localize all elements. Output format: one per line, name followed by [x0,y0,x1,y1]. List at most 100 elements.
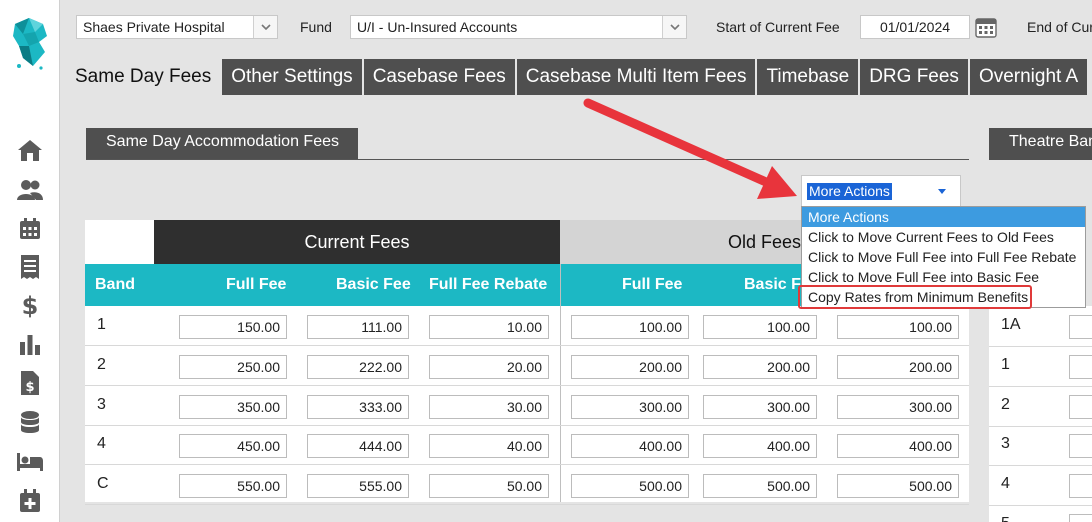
tab-casebase-multi-item-fees[interactable]: Casebase Multi Item Fees [516,59,756,95]
old-basic-fee-input[interactable]: 100.00 [703,315,817,339]
row-divider [989,425,1092,427]
theatre-fee-input[interactable] [1069,315,1092,339]
fund-value: U/I - Un-Insured Accounts [357,19,518,35]
table-row: 3 350.00 333.00 30.00 300.00 300.00 300.00 [85,386,969,426]
current-basic-fee-input[interactable]: 333.00 [307,394,409,419]
table-corner [85,220,154,264]
end-fee-label: End of Cur [1027,19,1092,35]
menu-item-move-full-into-basic[interactable]: Click to Move Full Fee into Basic Fee [802,267,1085,287]
menu-item-move-current-to-old[interactable]: Click to Move Current Fees to Old Fees [802,227,1085,247]
old-rebate-input[interactable]: 100.00 [837,315,959,339]
bed-icon[interactable] [15,449,45,475]
old-full-fee-input[interactable]: 300.00 [571,394,689,419]
fund-label: Fund [300,19,332,35]
old-basic-fee-input[interactable]: 500.00 [703,474,817,499]
table-row: C 550.00 555.00 50.00 500.00 500.00 500.00 [85,465,969,506]
band-label: 3 [97,395,106,413]
tab-casebase-fees[interactable]: Casebase Fees [363,59,515,95]
calendar-picker-icon[interactable] [975,16,997,38]
row-divider [989,465,1092,467]
current-basic-fee-input[interactable]: 111.00 [307,315,409,339]
table-row: 4 450.00 444.00 40.00 400.00 400.00 400.00 [85,425,969,466]
current-rebate-input[interactable]: 20.00 [429,354,549,379]
theatre-fee-input[interactable] [1069,474,1092,499]
dollar-icon[interactable]: $ [15,292,45,318]
old-full-fee-input[interactable]: 100.00 [571,315,689,339]
more-actions-value: More Actions [807,183,892,200]
tab-timebase[interactable]: Timebase [757,59,859,95]
theatre-band-label: 1A [1001,316,1021,333]
current-basic-fee-input[interactable]: 555.00 [307,474,409,499]
svg-text:$: $ [22,292,39,318]
hospital-select[interactable]: Shaes Private Hospital [76,15,278,39]
current-full-fee-input[interactable]: 250.00 [179,354,287,379]
old-rebate-input[interactable]: 400.00 [837,434,959,459]
calendar-icon[interactable] [15,216,45,242]
row-divider [989,385,1092,387]
current-rebate-input[interactable]: 10.00 [429,315,549,339]
menu-item-more-actions[interactable]: More Actions [802,207,1085,227]
chevron-down-icon [253,16,277,38]
logo-icon [13,18,47,70]
chevron-down-icon [662,16,686,38]
tab-overnight[interactable]: Overnight A [969,59,1088,95]
current-basic-fee-input[interactable]: 444.00 [307,434,409,459]
home-icon[interactable] [15,137,45,163]
current-full-fee-input[interactable]: 150.00 [179,315,287,339]
theatre-fee-input[interactable] [1069,354,1092,379]
current-rebate-input[interactable]: 40.00 [429,434,549,459]
theatre-band-label: 3 [1001,435,1010,453]
tab-same-day-fees[interactable]: Same Day Fees [66,59,221,95]
svg-text:$: $ [25,380,34,395]
highlight-box [798,285,1032,309]
fund-select[interactable]: U/I - Un-Insured Accounts [350,15,687,39]
receipt-icon[interactable] [15,254,45,280]
col-basic-fee: Basic Fee [336,276,411,293]
database-icon[interactable] [15,410,45,436]
theatre-section-title: Theatre Ban [989,128,1092,160]
chart-icon[interactable] [15,331,45,357]
current-rebate-input[interactable]: 50.00 [429,474,549,499]
band-label: 2 [97,355,106,373]
current-full-fee-input[interactable]: 350.00 [179,394,287,419]
old-basic-fee-input[interactable]: 200.00 [703,354,817,379]
row-divider [989,505,1092,507]
tab-drg-fees[interactable]: DRG Fees [860,59,968,95]
section-title: Same Day Accommodation Fees [86,128,358,160]
theatre-fee-input[interactable] [1069,394,1092,419]
nav-rail: $ $ [0,0,60,522]
users-icon[interactable] [15,177,45,203]
old-rebate-input[interactable]: 300.00 [837,394,959,419]
theatre-band-label: 2 [1001,395,1010,413]
col-full-fee: Full Fee [226,276,287,293]
theatre-band-label: 1 [1001,355,1010,373]
invoice-icon[interactable]: $ [15,370,45,396]
current-full-fee-input[interactable]: 550.00 [179,474,287,499]
band-label: C [97,475,109,493]
old-basic-fee-input[interactable]: 400.00 [703,434,817,459]
current-full-fee-input[interactable]: 450.00 [179,434,287,459]
start-date-input[interactable]: 01/01/2024 [860,15,970,39]
row-divider [989,346,1092,347]
band-label: 1 [97,316,106,333]
theatre-bands-table: 1A 1 2 3 4 5 [989,306,1092,522]
old-full-fee-input[interactable]: 200.00 [571,354,689,379]
old-rebate-input[interactable]: 500.00 [837,474,959,499]
col-full-fee-rebate: Full Fee Rebate [429,276,548,293]
band-label: 4 [97,435,106,453]
calendar-add-icon[interactable] [15,488,45,514]
old-full-fee-input[interactable]: 400.00 [571,434,689,459]
more-actions-select[interactable]: More Actions [801,175,961,207]
current-basic-fee-input[interactable]: 222.00 [307,354,409,379]
old-rebate-input[interactable]: 200.00 [837,354,959,379]
start-fee-label: Start of Current Fee [716,19,840,35]
old-basic-fee-input[interactable]: 300.00 [703,394,817,419]
current-rebate-input[interactable]: 30.00 [429,394,549,419]
fee-tabs: Same Day Fees Other Settings Casebase Fe… [66,59,1088,95]
old-full-fee-input[interactable]: 500.00 [571,474,689,499]
theatre-band-label: 5 [1001,515,1010,522]
theatre-fee-input[interactable] [1069,514,1092,522]
theatre-fee-input[interactable] [1069,434,1092,459]
tab-other-settings[interactable]: Other Settings [222,59,362,95]
menu-item-move-full-into-rebate[interactable]: Click to Move Full Fee into Full Fee Reb… [802,247,1085,267]
